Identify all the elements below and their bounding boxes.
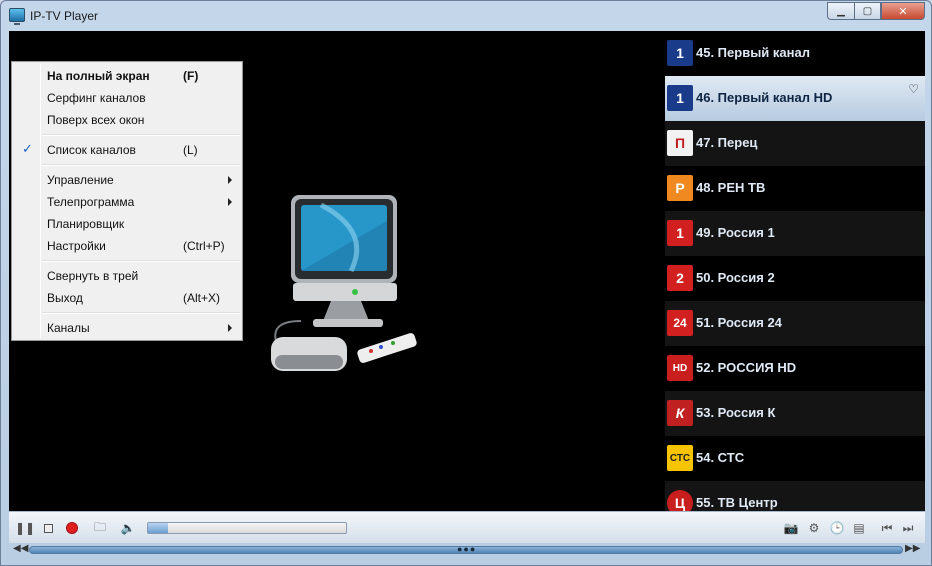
channel-logo-icon: 1 (667, 220, 693, 246)
checkmark-icon: ✓ (22, 141, 33, 156)
gear-icon[interactable]: ⚙ (806, 520, 822, 536)
channel-item[interactable]: Ц 55. ТВ Центр (665, 481, 925, 511)
channel-logo-icon: Ц (667, 490, 693, 511)
menu-item-scheduler[interactable]: Планировщик (14, 213, 240, 235)
volume-icon[interactable]: 🔈 (120, 520, 136, 536)
menu-item-channel-list[interactable]: ✓ Список каналов (L) (14, 139, 240, 161)
channel-item[interactable]: Р 48. РЕН ТВ (665, 166, 925, 211)
menu-item-on-top[interactable]: Поверх всех окон (14, 109, 240, 131)
next-icon[interactable]: ⏭ (900, 520, 916, 536)
menu-item-minimize-tray[interactable]: Свернуть в трей (14, 265, 240, 287)
channel-logo-icon: Р (667, 175, 693, 201)
seek-back-icon[interactable]: ◀◀ (13, 543, 28, 554)
menu-item-surfing[interactable]: Серфинг каналов (14, 87, 240, 109)
channel-logo-icon: HD (667, 355, 693, 381)
channel-logo-icon: СТС (667, 445, 693, 471)
channel-logo-icon: П (667, 130, 693, 156)
context-menu: На полный экран (F) Серфинг каналов Пове… (11, 61, 243, 341)
camera-icon[interactable]: 📷 (783, 520, 799, 536)
maximize-button[interactable]: ▢ (854, 2, 881, 20)
title-bar[interactable]: IP-TV Player ▁ ▢ ✕ (1, 1, 931, 31)
prev-icon[interactable]: ⏮ (879, 520, 895, 536)
menu-item-exit[interactable]: Выход (Alt+X) (14, 287, 240, 309)
favorite-heart-icon[interactable]: ♡ (908, 82, 919, 96)
channel-item[interactable]: 24 51. Россия 24 (665, 301, 925, 346)
channel-item[interactable]: П 47. Перец (665, 121, 925, 166)
menu-item-channels[interactable]: Каналы (14, 317, 240, 339)
volume-level (148, 523, 168, 533)
channel-logo-icon: 24 (667, 310, 693, 336)
menu-item-settings[interactable]: Настройки (Ctrl+P) (14, 235, 240, 257)
channel-list: 1 45. Первый канал 1 46. Первый канал HD… (665, 31, 925, 511)
channel-item[interactable]: СТС 54. СТС (665, 436, 925, 481)
menu-item-control[interactable]: Управление (14, 169, 240, 191)
window-title: IP-TV Player (30, 9, 99, 23)
submenu-arrow-icon (228, 324, 232, 332)
grip-icon[interactable]: ●●● (457, 544, 476, 554)
volume-slider[interactable] (147, 522, 347, 534)
open-folder-icon[interactable]: 🗀 (92, 520, 108, 536)
menu-item-fullscreen[interactable]: На полный экран (F) (14, 65, 240, 87)
clock-icon[interactable]: 🕒 (829, 520, 845, 536)
channel-item[interactable]: 2 50. Россия 2 (665, 256, 925, 301)
channel-logo-icon: 2 (667, 265, 693, 291)
record-icon[interactable] (64, 520, 80, 536)
channel-item[interactable]: 1 49. Россия 1 (665, 211, 925, 256)
tv-illustration-icon (271, 195, 417, 371)
pause-icon[interactable]: ❚❚ (15, 520, 35, 536)
close-button[interactable]: ✕ (881, 2, 925, 20)
seek-forward-icon[interactable]: ▶▶ (905, 543, 920, 554)
tv-icon (9, 8, 25, 25)
channel-logo-icon: 1 (667, 85, 693, 111)
stop-icon[interactable] (40, 520, 56, 536)
submenu-arrow-icon (228, 198, 232, 206)
app-window: IP-TV Player ▁ ▢ ✕ На полный экран (F) С… (0, 0, 932, 566)
submenu-arrow-icon (228, 176, 232, 184)
channel-item[interactable]: HD 52. РОССИЯ HD (665, 346, 925, 391)
notes-icon[interactable]: ▤ (851, 520, 867, 536)
menu-item-tv-guide[interactable]: Телепрограмма (14, 191, 240, 213)
seek-bar-area: ◀◀ ●●● ▶▶ (9, 543, 925, 557)
channel-item[interactable]: 1 45. Первый канал (665, 31, 925, 76)
minimize-button[interactable]: ▁ (827, 2, 854, 20)
channel-item-selected[interactable]: 1 46. Первый канал HD ♡ (665, 76, 925, 121)
channel-logo-icon: К (667, 400, 693, 426)
control-bar: ❚❚ 🗀 🔈 📷 ⚙ 🕒 ▤ ⏮ ⏭ (9, 511, 925, 543)
channel-logo-icon: 1 (667, 40, 693, 66)
channel-item[interactable]: К 53. Россия К (665, 391, 925, 436)
